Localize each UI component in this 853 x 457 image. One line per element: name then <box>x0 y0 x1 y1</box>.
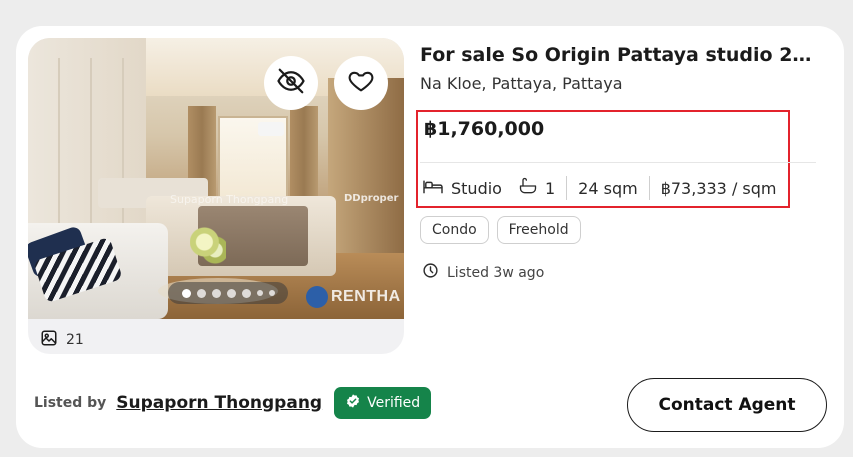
price-highlight-box: ฿1,760,000 Studio 1 24 sqm ฿73,333 / sqm <box>416 110 816 208</box>
gallery-dot[interactable] <box>268 290 275 296</box>
image-icon <box>40 329 58 351</box>
bed-icon <box>422 177 444 199</box>
listing-title[interactable]: For sale So Origin Pattaya studio 24 s..… <box>420 44 820 66</box>
hide-listing-button[interactable] <box>264 56 318 110</box>
listing-card[interactable]: Supaporn Thongpang DDproper RENTHA 21 Fo… <box>16 26 844 448</box>
heart-icon <box>347 67 375 99</box>
favorite-button[interactable] <box>334 56 388 110</box>
spec-area: 24 sqm <box>578 178 638 198</box>
bathtub-icon <box>518 176 538 200</box>
gallery-pagination[interactable] <box>168 282 288 304</box>
spec-baths: 1 <box>518 176 555 200</box>
gallery-dot[interactable] <box>241 288 251 298</box>
listing-footer: Listed by Supaporn Thongpang Verified <box>34 387 432 419</box>
tag-condo: Condo <box>420 216 489 244</box>
listed-time-text: Listed 3w ago <box>447 264 545 281</box>
listed-time: Listed 3w ago <box>422 262 544 283</box>
spec-price-per-sqm: ฿73,333 / sqm <box>660 178 777 198</box>
photo-count-value: 21 <box>66 332 84 348</box>
tag-freehold: Freehold <box>496 216 581 244</box>
listing-photo[interactable]: Supaporn Thongpang DDproper RENTHA <box>28 38 404 319</box>
gallery-dot[interactable] <box>181 288 191 298</box>
listing-specs: Studio 1 24 sqm ฿73,333 / sqm <box>422 176 777 200</box>
divider <box>420 162 816 163</box>
listing-price: ฿1,760,000 <box>424 118 545 140</box>
listing-location: Na Kloe, Pattaya, Pattaya <box>420 74 623 93</box>
watermark-agent: Supaporn Thongpang <box>170 193 289 206</box>
clock-icon <box>422 262 439 283</box>
eye-off-icon <box>276 66 306 100</box>
spec-type: Studio <box>422 177 502 199</box>
spec-separator <box>566 176 568 200</box>
gallery-dot[interactable] <box>226 288 236 298</box>
photo-count[interactable]: 21 <box>40 329 84 351</box>
watermark-brand: DDproper <box>344 193 399 204</box>
watermark-rentha: RENTHA <box>306 286 401 308</box>
gallery-dot[interactable] <box>256 290 263 296</box>
verified-badge: Verified <box>334 387 432 419</box>
listing-media: Supaporn Thongpang DDproper RENTHA 21 <box>28 38 404 354</box>
listed-by-label: Listed by <box>34 395 107 411</box>
gallery-dot[interactable] <box>196 288 206 298</box>
gallery-dot[interactable] <box>211 288 221 298</box>
listing-tags: Condo Freehold <box>420 216 581 244</box>
listing-info: For sale So Origin Pattaya studio 24 s..… <box>420 44 820 93</box>
agent-name-link[interactable]: Supaporn Thongpang <box>116 393 322 413</box>
contact-agent-button[interactable]: Contact Agent <box>627 378 827 432</box>
spec-separator <box>648 176 650 200</box>
badge-check-icon <box>345 393 361 413</box>
rentha-logo-icon <box>306 286 328 308</box>
